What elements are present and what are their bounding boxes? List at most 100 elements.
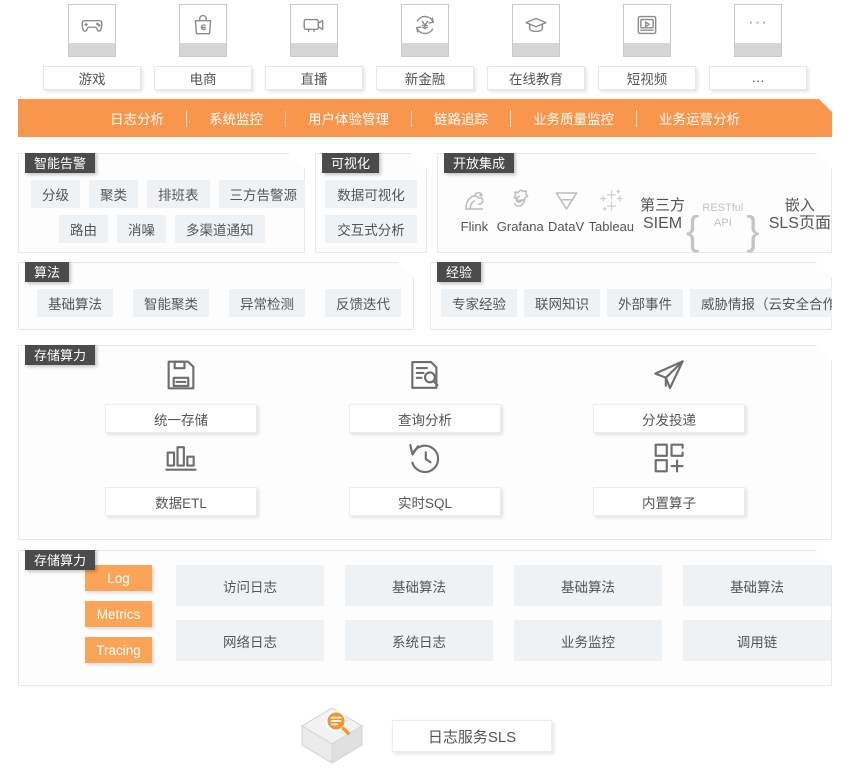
panel-title-open-integration: 开放集成 — [444, 151, 514, 173]
datav-icon — [552, 186, 581, 215]
feature-unified-storage[interactable]: 统一存储 — [59, 356, 303, 433]
third-party-line2: SIEM — [642, 215, 683, 233]
industry-label: 短视频 — [598, 65, 696, 90]
chip-item[interactable]: 专家经验 — [441, 289, 517, 317]
chip-item[interactable]: 数据可视化 — [325, 180, 417, 208]
paper-plane-icon — [650, 356, 688, 394]
chip-item[interactable]: 多渠道通知 — [175, 215, 265, 243]
industry-item-fintech[interactable]: 新金融 — [370, 4, 481, 90]
industry-row: 游戏 电商 直播 新金融 在线教育 短视频 ··· … — [0, 4, 850, 90]
chip-item[interactable]: 威胁情报（云安全合作） — [690, 289, 850, 317]
architecture-diagram: 游戏 电商 直播 新金融 在线教育 短视频 ··· … 日志分析 系统监控 用户… — [0, 0, 850, 777]
panel-storage-compute: 存储算力 统一存储 查询分析 分发投递 数据ETL 实时SQL 内置算子 — [18, 345, 832, 540]
industry-label: 在线教育 — [487, 65, 585, 90]
integration-datav[interactable]: DataV — [544, 186, 589, 234]
document-search-icon — [406, 356, 444, 394]
integration-label: Grafana — [496, 219, 544, 234]
panel-algorithm: 算法 基础算法 智能聚类 异常检测 反馈迭代 — [18, 262, 414, 330]
industry-item-ecommerce[interactable]: 电商 — [148, 4, 259, 90]
feature-realtime-sql[interactable]: 实时SQL — [303, 439, 547, 516]
feature-label: 实时SQL — [349, 487, 501, 516]
capability-item-business-operation[interactable]: 业务运营分析 — [637, 108, 762, 128]
clock-rewind-icon — [406, 439, 444, 477]
panel-body: 统一存储 查询分析 分发投递 数据ETL 实时SQL 内置算子 — [19, 346, 831, 530]
third-party-line1: 第三方 — [640, 197, 686, 215]
restful-api-label: RESTful API — [702, 201, 743, 231]
industry-label: 电商 — [154, 65, 252, 90]
capability-item-user-experience[interactable]: 用户体验管理 — [286, 108, 411, 128]
sls-cube-search-icon — [298, 705, 366, 767]
industry-item-more[interactable]: ··· … — [703, 4, 814, 90]
chip-item[interactable]: 基础算法 — [37, 289, 113, 317]
panel-open-integration: 开放集成 Flink Grafana DataV Tableau 第三方 SIE… — [437, 153, 832, 253]
panel-data-sources: 存储算力 Log Metrics Tracing 访问日志 基础算法 基础算法 … — [18, 550, 832, 686]
data-source-cell[interactable]: 基础算法 — [683, 565, 831, 606]
data-source-grid: 访问日志 基础算法 基础算法 基础算法 网络日志 系统日志 业务监控 调用链 — [176, 565, 831, 663]
graduation-cap-icon — [512, 4, 560, 57]
footer-product-logo: 日志服务SLS — [0, 700, 850, 772]
chip-item[interactable]: 分级 — [31, 180, 80, 208]
chip-item[interactable]: 排班表 — [147, 180, 210, 208]
industry-item-game[interactable]: 游戏 — [37, 4, 148, 90]
chip-item[interactable]: 路由 — [59, 215, 108, 243]
chip-item[interactable]: 三方告警源 — [219, 180, 309, 208]
chip-item[interactable]: 外部事件 — [607, 289, 683, 317]
panel-title-visualization: 可视化 — [322, 151, 379, 173]
integration-third-party-siem[interactable]: 第三方 SIEM — [640, 197, 685, 234]
industry-item-shortvideo[interactable]: 短视频 — [592, 4, 703, 90]
tableau-icon — [597, 186, 626, 215]
integration-tableau[interactable]: Tableau — [588, 186, 634, 234]
badge-metrics[interactable]: Metrics — [85, 601, 152, 627]
capability-item-log-analysis[interactable]: 日志分析 — [88, 108, 186, 128]
save-disk-icon — [162, 356, 200, 394]
chip-item[interactable]: 异常检测 — [229, 289, 305, 317]
industry-item-education[interactable]: 在线教育 — [481, 4, 592, 90]
industry-item-livestream[interactable]: 直播 — [259, 4, 370, 90]
industry-label: 直播 — [265, 65, 363, 90]
chip-item[interactable]: 联网知识 — [524, 289, 600, 317]
gamepad-icon — [68, 4, 116, 57]
embed-line2: SLS页面 — [768, 215, 831, 233]
integration-label: Flink — [460, 219, 489, 234]
integration-flink[interactable]: Flink — [452, 186, 497, 234]
panel-body: Log Metrics Tracing 访问日志 基础算法 基础算法 基础算法 … — [19, 551, 831, 679]
data-source-cell[interactable]: 调用链 — [683, 620, 831, 661]
video-camera-icon — [290, 4, 338, 57]
feature-label: 查询分析 — [349, 404, 501, 433]
feature-query-analysis[interactable]: 查询分析 — [303, 356, 547, 433]
data-source-cell[interactable]: 业务监控 — [514, 620, 662, 661]
badge-log[interactable]: Log — [85, 565, 152, 591]
bar-chart-icon — [162, 439, 200, 477]
panel-title-experience: 经验 — [437, 260, 481, 282]
data-source-cell[interactable]: 访问日志 — [176, 565, 324, 606]
feature-label: 数据ETL — [105, 487, 257, 516]
integration-embed-sls[interactable]: 嵌入 SLS页面 — [769, 197, 831, 234]
chip-item[interactable]: 消噪 — [117, 215, 166, 243]
industry-label: 游戏 — [43, 65, 141, 90]
data-source-cell[interactable]: 基础算法 — [514, 565, 662, 606]
feature-distribution-delivery[interactable]: 分发投递 — [547, 356, 791, 433]
integration-label: DataV — [548, 219, 585, 234]
capability-item-tracing[interactable]: 链路追踪 — [412, 108, 510, 128]
integration-grafana[interactable]: Grafana — [497, 186, 544, 234]
data-source-cell[interactable]: 网络日志 — [176, 620, 324, 661]
chip-item[interactable]: 智能聚类 — [133, 289, 209, 317]
feature-label: 分发投递 — [593, 404, 745, 433]
panel-visualization: 可视化 数据可视化 交互式分析 — [315, 153, 427, 253]
feature-builtin-operators[interactable]: 内置算子 — [547, 439, 791, 516]
panel-title-storage-compute: 存储算力 — [25, 343, 95, 365]
data-source-cell[interactable]: 基础算法 — [345, 565, 493, 606]
integration-label: Tableau — [588, 219, 635, 234]
flink-squirrel-icon — [460, 186, 489, 215]
chip-item[interactable]: 交互式分析 — [325, 215, 417, 243]
panel-experience: 经验 专家经验 联网知识 外部事件 威胁情报（云安全合作） — [430, 262, 832, 330]
grafana-icon — [506, 186, 535, 215]
capability-item-business-quality[interactable]: 业务质量监控 — [511, 108, 636, 128]
chip-item[interactable]: 聚类 — [89, 180, 138, 208]
industry-label: … — [709, 65, 807, 90]
chip-item[interactable]: 反馈迭代 — [325, 289, 401, 317]
feature-data-etl[interactable]: 数据ETL — [59, 439, 303, 516]
capability-item-system-monitor[interactable]: 系统监控 — [187, 108, 285, 128]
badge-tracing[interactable]: Tracing — [85, 637, 152, 663]
data-source-cell[interactable]: 系统日志 — [345, 620, 493, 661]
